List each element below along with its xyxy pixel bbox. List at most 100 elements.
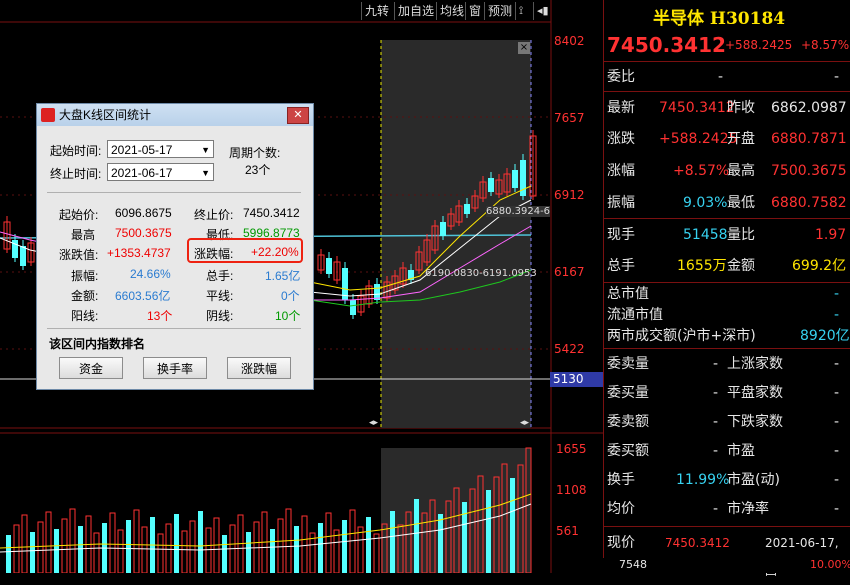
volume-bar-up	[133, 509, 140, 573]
volume-bar-up	[117, 529, 124, 573]
high-value: 7500.3675	[115, 226, 172, 240]
field-label: 委买额	[607, 443, 649, 459]
volume-bar-down	[390, 511, 395, 573]
divider	[604, 348, 850, 349]
pin-icon[interactable]: ⟟	[515, 2, 526, 20]
field-value: 9.03%	[683, 195, 728, 211]
quote-row: 流通市值 -	[603, 304, 850, 326]
volume-bar-down	[198, 511, 203, 573]
flat-label: 平线:	[206, 289, 234, 303]
rank-fund-button[interactable]: 资金	[59, 357, 123, 379]
rank-turnover-button[interactable]: 换手率	[143, 357, 207, 379]
range-stats-dialog: 大盘K线区间统计 ✕ 起始时间: 2021-05-17 ▼ 终止时间: 2021…	[36, 103, 314, 390]
volume-bar-up	[181, 530, 188, 573]
field-label: 平盘家数	[727, 385, 783, 401]
quote-row: 现手 51458 量比 1.97	[603, 221, 850, 249]
base-price-tag: 5130	[550, 372, 603, 387]
range-start-handle[interactable]: ◂▸	[369, 418, 378, 428]
volume-bar-down	[78, 526, 83, 573]
quote-row: 现价 7450.3412 2021-06-17,四	[603, 529, 850, 578]
field-value: 699.2亿	[792, 258, 847, 274]
close-range-icon[interactable]: ×	[518, 42, 530, 54]
volume-bar-up	[205, 527, 212, 573]
volume-bar-down	[294, 526, 299, 573]
high-annotation: 6880.3924-6	[486, 206, 551, 217]
rank-pct-button[interactable]: 涨跌幅	[227, 357, 291, 379]
volume-tick: 1108	[556, 483, 587, 497]
current-price: 7450.3412	[607, 33, 726, 57]
volume-bar-up	[13, 524, 20, 573]
volume-bar-up	[301, 515, 308, 573]
field-value: -	[834, 501, 840, 517]
field-value: 7450.3412	[659, 100, 735, 116]
field-value: -	[713, 501, 719, 517]
volume-bar-down	[342, 520, 347, 573]
quote-row: 最新 7450.3412 昨收 6862.0987	[603, 94, 850, 122]
field-value: 11.99%	[676, 472, 730, 488]
chevron-down-icon: ▼	[201, 168, 210, 178]
quote-row: 均价 - 市净率 -	[603, 495, 850, 523]
field-label: 委买量	[607, 385, 649, 401]
close-icon[interactable]: ✕	[287, 107, 309, 124]
quote-row: 涨幅 +8.57% 最高 7500.3675	[603, 157, 850, 185]
volume-bar-down	[486, 490, 491, 573]
field-label: 现手	[607, 227, 635, 243]
start-time-label: 起始时间:	[50, 144, 102, 158]
field-value: -	[713, 356, 719, 372]
field-value: 6880.7871	[771, 131, 847, 147]
field-value: 51458	[683, 227, 728, 243]
quote-row: 换手 11.99% 市盈(动) -	[603, 466, 850, 494]
toolbar-window-button[interactable]: 窗	[465, 2, 484, 20]
field-value: 6862.0987	[771, 100, 847, 116]
field-value: -	[834, 472, 840, 488]
volume-bar-down	[54, 529, 59, 573]
low-annotation: 6190.0830-6191.0953	[425, 268, 537, 279]
volume-bar-up	[373, 533, 380, 573]
period-value: 23个	[245, 163, 271, 177]
volume-bar-up	[277, 518, 284, 573]
range-highlight	[381, 40, 531, 428]
volume-bar-down	[366, 517, 371, 573]
chevron-down-icon: ▼	[201, 145, 210, 155]
field-label: 开盘	[727, 131, 755, 147]
divider	[604, 61, 850, 62]
field-value: -	[713, 443, 719, 459]
quote-row: 委买额 - 市盈 -	[603, 437, 850, 465]
range-end-handle[interactable]: ◂▸	[520, 418, 529, 428]
change-label: 涨跌值:	[59, 248, 99, 262]
field-value: -	[718, 69, 724, 85]
divider	[47, 192, 301, 193]
field-label: 换手	[607, 472, 635, 488]
toolbar-jiuzhuan-button[interactable]: 九转	[361, 2, 392, 20]
toolbar-ma-button[interactable]: 均线	[436, 2, 467, 20]
field-value: -	[834, 443, 840, 459]
volume-bar-up	[349, 509, 356, 573]
field-value: +8.57%	[673, 163, 730, 179]
field-label: 委卖额	[607, 414, 649, 430]
volume-bar-down	[270, 529, 275, 573]
dialog-titlebar[interactable]: 大盘K线区间统计 ✕	[37, 104, 313, 126]
volume-bar-up	[141, 526, 148, 573]
field-label: 最低	[727, 195, 755, 211]
price-tick: 7657	[554, 111, 585, 125]
quote-date: 2021-06-17,四	[765, 536, 839, 578]
field-label: 市盈	[727, 443, 755, 459]
toolbar-add-favorite-button[interactable]: 加自选	[394, 2, 437, 20]
field-label: 均价	[607, 501, 635, 517]
start-time-select[interactable]: 2021-05-17 ▼	[107, 140, 214, 158]
bottom-bar: 7548 10.00%	[603, 558, 850, 573]
divider	[604, 91, 850, 92]
period-label: 周期个数:	[229, 146, 281, 160]
volume-bar-down	[510, 478, 515, 573]
volume-bar-down	[246, 532, 251, 573]
quote-panel: 半导体 H30184 7450.3412 +588.2425 +8.57% 委比…	[603, 0, 850, 578]
volume-bar-down	[318, 523, 323, 573]
quote-row: 涨跌 +588.2425 开盘 6880.7871	[603, 125, 850, 153]
field-label: 现价	[607, 535, 635, 551]
candle-down	[20, 246, 26, 266]
end-time-select[interactable]: 2021-06-17 ▼	[107, 163, 214, 181]
price-tick: 8402	[554, 34, 585, 48]
toolbar-forecast-button[interactable]: 预测	[484, 2, 515, 20]
field-label: 上涨家数	[727, 356, 783, 372]
expand-icon[interactable]: ◂▮	[533, 2, 552, 20]
